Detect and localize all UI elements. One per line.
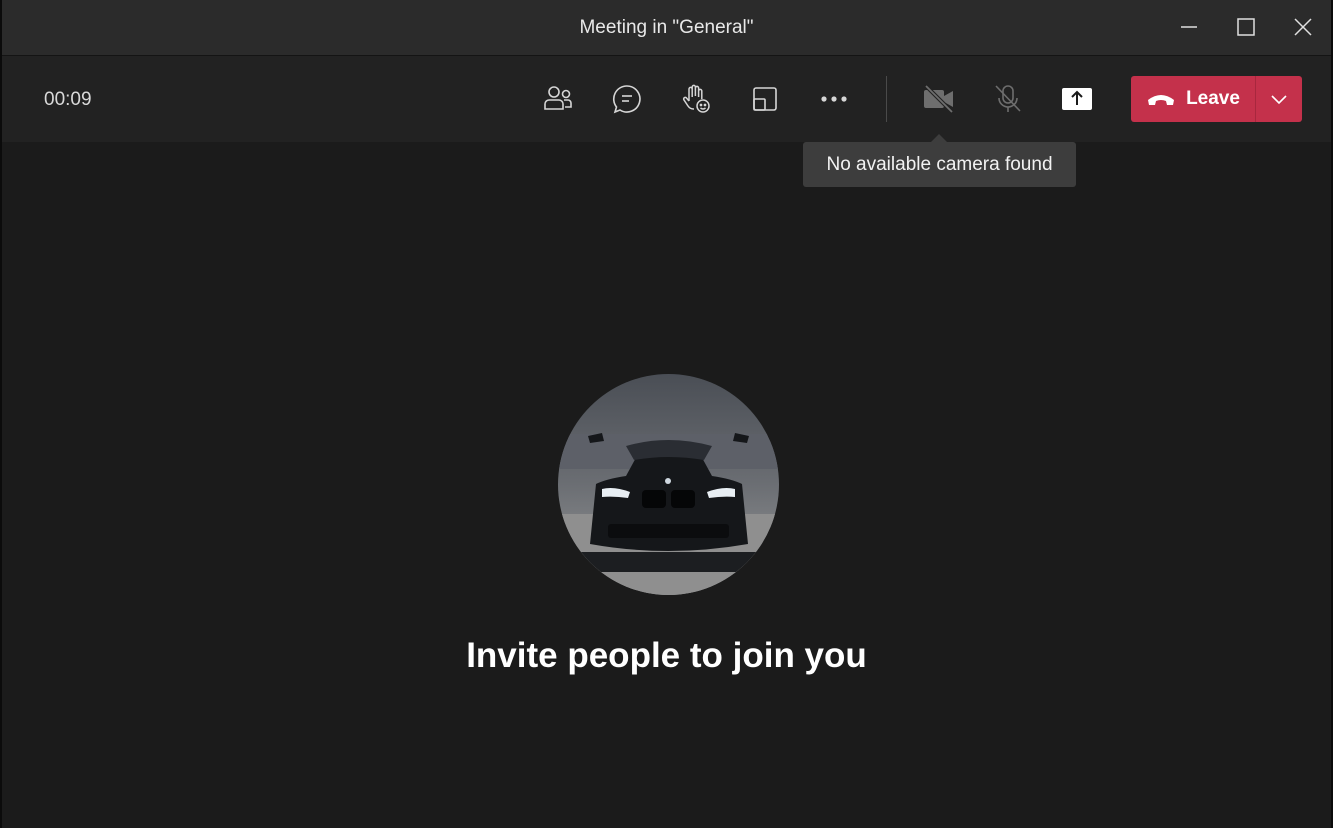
meeting-window: Meeting in "General" 00:09 Leave No avai… (0, 0, 1333, 828)
window-title: Meeting in "General" (579, 17, 754, 38)
hang-up-phone-icon (1148, 95, 1175, 105)
share-screen-button[interactable] (1054, 78, 1100, 120)
camera-tooltip: No available camera found (803, 142, 1076, 187)
title-bar: Meeting in "General" (2, 0, 1331, 56)
leave-label: Leave (1186, 88, 1240, 109)
raise-hand-react-icon (682, 84, 710, 113)
more-options-button[interactable] (811, 78, 857, 120)
chat-icon (612, 85, 641, 114)
meeting-timer: 00:09 (44, 89, 92, 110)
toolbar-divider (886, 76, 887, 122)
chevron-down-icon (1271, 95, 1287, 105)
microphone-button[interactable] (985, 78, 1031, 120)
rooms-button[interactable] (742, 78, 788, 120)
leave-button-group: Leave (1131, 76, 1302, 122)
mic-off-icon (995, 85, 1021, 112)
maximize-icon (1237, 18, 1255, 36)
more-options-icon (821, 96, 847, 102)
avatar-car-image (558, 374, 779, 595)
minimize-icon (1181, 26, 1197, 28)
chat-button[interactable] (604, 78, 650, 120)
avatar (558, 374, 779, 595)
camera-off-icon (924, 84, 954, 114)
reactions-button[interactable] (673, 78, 719, 120)
rooms-icon (753, 87, 777, 111)
share-screen-icon (1062, 88, 1092, 110)
maximize-button[interactable] (1223, 8, 1269, 46)
people-button[interactable] (535, 78, 581, 120)
close-icon (1294, 18, 1312, 36)
people-icon (544, 86, 572, 110)
tooltip-arrow (931, 134, 947, 142)
meeting-toolbar: 00:09 Leave (2, 56, 1331, 142)
leave-options-dropdown[interactable] (1256, 76, 1302, 122)
leave-button[interactable]: Leave (1131, 76, 1255, 122)
minimize-button[interactable] (1166, 8, 1212, 46)
invite-text: Invite people to join you (466, 636, 867, 675)
camera-button[interactable] (916, 78, 962, 120)
close-button[interactable] (1280, 8, 1326, 46)
